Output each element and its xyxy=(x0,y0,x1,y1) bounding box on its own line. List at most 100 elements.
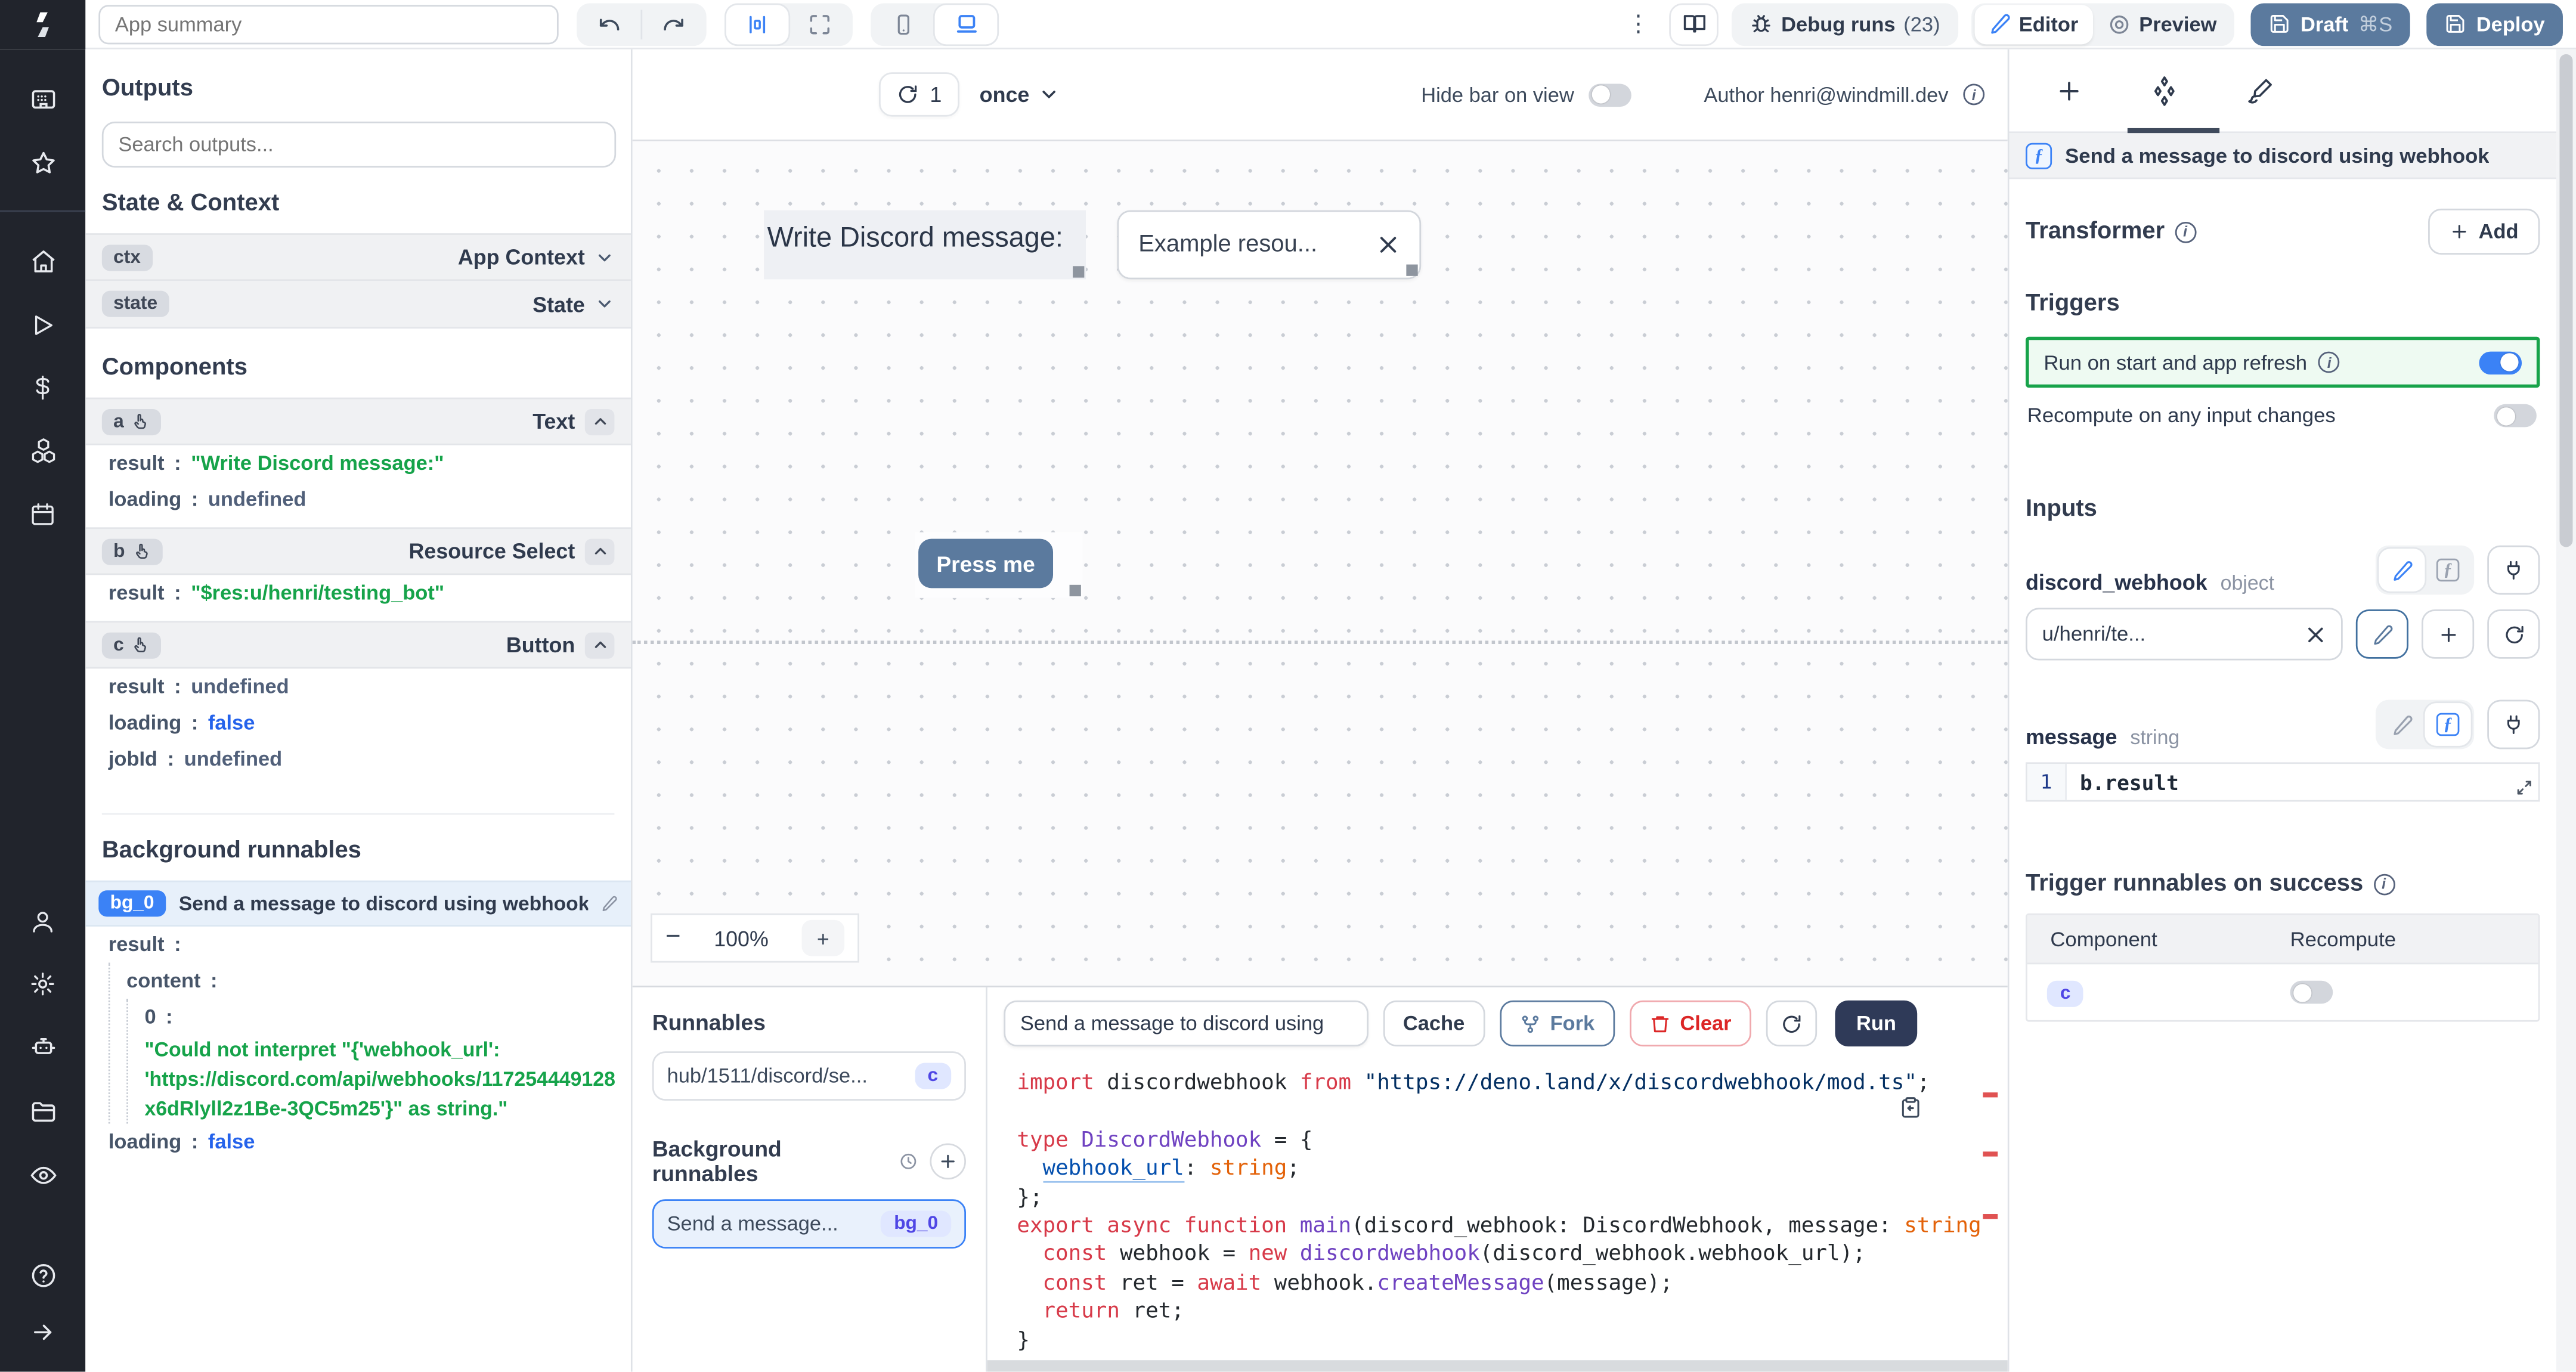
output-row[interactable]: jobId: undefined xyxy=(85,741,631,778)
draft-button[interactable]: Draft ⌘S xyxy=(2251,2,2411,45)
refresh-count-box[interactable]: 1 xyxy=(878,72,960,117)
edit-resource-button[interactable] xyxy=(2355,609,2408,659)
collapse-sidebar-button[interactable] xyxy=(30,1319,56,1345)
press-me-button[interactable]: Press me xyxy=(918,538,1054,589)
collapse-button[interactable] xyxy=(584,408,615,435)
windmill-logo[interactable] xyxy=(0,0,86,49)
component-c-row[interactable]: c Button xyxy=(85,621,631,669)
settings-nav-button[interactable] xyxy=(30,971,56,997)
resource-select[interactable]: u/henri/te... xyxy=(2026,608,2343,661)
app-canvas[interactable]: Write Discord message: Example resou... … xyxy=(632,141,2008,986)
recompute-toggle[interactable] xyxy=(2494,404,2537,428)
component-a-row[interactable]: a Text xyxy=(85,397,631,445)
fork-button[interactable]: Fork xyxy=(1499,1000,1615,1046)
app-summary-input[interactable] xyxy=(98,4,559,44)
resize-handle[interactable] xyxy=(1069,584,1081,597)
resize-handle[interactable] xyxy=(1073,266,1085,278)
align-center-button[interactable] xyxy=(726,4,789,44)
schedules-nav-button[interactable] xyxy=(30,501,56,527)
collapse-button[interactable] xyxy=(584,631,615,658)
clear-button[interactable]: Clear xyxy=(1629,1000,1751,1046)
resize-handle[interactable] xyxy=(1406,264,1418,276)
fullscreen-button[interactable] xyxy=(788,4,851,44)
folders-nav-button[interactable] xyxy=(29,1097,57,1125)
output-row[interactable]: content: xyxy=(126,962,631,999)
copy-clipboard-icon[interactable] xyxy=(1899,1096,1922,1119)
favorites-nav-button[interactable] xyxy=(29,150,57,178)
clear-x-icon[interactable] xyxy=(2305,624,2326,645)
output-row[interactable]: 0: xyxy=(144,999,631,1035)
ctx-row[interactable]: ctx App Context xyxy=(85,233,631,281)
component-badge[interactable]: c xyxy=(2046,980,2084,1007)
chevron-down-icon[interactable] xyxy=(595,294,614,314)
insert-component-tab-plus-icon[interactable] xyxy=(2055,76,2083,104)
info-icon[interactable]: i xyxy=(1963,83,1985,106)
help-button[interactable] xyxy=(29,1262,57,1290)
hide-bar-toggle[interactable] xyxy=(1589,83,1632,106)
expand-diagonal-icon[interactable] xyxy=(2515,779,2533,797)
output-row[interactable]: result: xyxy=(85,927,631,963)
reload-button[interactable] xyxy=(1766,1000,1817,1046)
more-menu-button[interactable]: ⋮ xyxy=(1620,10,1657,38)
text-component[interactable]: Write Discord message: xyxy=(764,210,1086,280)
component-b-row[interactable]: b Resource Select xyxy=(85,527,631,575)
add-bg-runnable-button[interactable] xyxy=(930,1143,966,1180)
run-button[interactable]: Run xyxy=(1835,1000,1918,1046)
search-outputs-input[interactable] xyxy=(101,121,617,168)
static-mode-button[interactable] xyxy=(2379,549,2425,591)
runs-nav-button[interactable] xyxy=(30,312,56,338)
recompute-row-toggle[interactable] xyxy=(2290,980,2333,1004)
bg-runnable-item[interactable]: Send a message... bg_0 xyxy=(652,1199,966,1249)
info-icon[interactable]: i xyxy=(2318,351,2340,373)
bg0-row[interactable]: bg_0 Send a message to discord using web… xyxy=(85,880,631,927)
script-name-input[interactable] xyxy=(1004,1000,1368,1046)
output-row[interactable]: loading: undefined xyxy=(85,481,631,518)
horizontal-scrollbar[interactable] xyxy=(987,1360,2008,1372)
users-nav-button[interactable] xyxy=(30,909,56,935)
chevron-down-icon[interactable] xyxy=(595,247,614,267)
info-icon[interactable]: i xyxy=(2174,221,2196,243)
docs-button[interactable] xyxy=(1669,2,1719,45)
eval-mode-button[interactable]: ƒ xyxy=(2425,703,2471,746)
zoom-out-button[interactable]: − xyxy=(665,923,681,953)
connect-plug-button[interactable] xyxy=(2487,545,2540,595)
eval-mode-button[interactable]: ƒ xyxy=(2425,549,2471,591)
output-row[interactable]: loading: false xyxy=(85,705,631,741)
info-icon[interactable]: i xyxy=(2373,873,2395,895)
undo-button[interactable] xyxy=(578,4,641,44)
debug-runs-button[interactable]: Debug runs (23) xyxy=(1735,4,1955,44)
tab-preview[interactable]: Preview xyxy=(2093,4,2231,44)
cache-button[interactable]: Cache xyxy=(1383,1000,1485,1046)
output-row[interactable]: result: "Write Discord message:" xyxy=(85,445,631,482)
message-expression-editor[interactable]: 1 b.result xyxy=(2026,762,2540,802)
output-row[interactable]: result: "$res:u/henri/testing_bot" xyxy=(85,575,631,611)
static-mode-button[interactable] xyxy=(2379,703,2425,746)
scrollbar-thumb[interactable] xyxy=(2559,54,2573,547)
pencil-icon[interactable] xyxy=(601,896,618,912)
apps-nav-button[interactable] xyxy=(29,85,57,113)
redo-button[interactable] xyxy=(642,4,705,44)
tab-editor[interactable]: Editor xyxy=(1974,4,2094,44)
resources-nav-button[interactable] xyxy=(29,437,57,465)
resource-select-component[interactable]: Example resou... xyxy=(1117,210,1422,280)
add-transformer-button[interactable]: Add xyxy=(2428,208,2540,255)
zoom-in-button[interactable]: + xyxy=(801,919,845,956)
state-row[interactable]: state State xyxy=(85,281,631,329)
audit-nav-button[interactable] xyxy=(29,1162,57,1190)
refresh-resources-button[interactable] xyxy=(2487,609,2540,659)
hub-runnable-item[interactable]: hub/1511/discord/se... c xyxy=(652,1051,966,1101)
connect-plug-button[interactable] xyxy=(2487,699,2540,750)
workers-nav-button[interactable] xyxy=(29,1033,57,1061)
home-nav-button[interactable] xyxy=(29,248,57,276)
desktop-view-button[interactable] xyxy=(934,4,998,44)
output-row[interactable]: result: undefined xyxy=(85,668,631,705)
style-tab-brush-icon[interactable] xyxy=(2246,76,2274,104)
output-row[interactable]: loading: false xyxy=(85,1123,631,1160)
create-resource-button[interactable] xyxy=(2422,609,2475,659)
deploy-button[interactable]: Deploy xyxy=(2427,2,2563,45)
run-on-start-toggle[interactable] xyxy=(2479,351,2522,374)
settings-tab-diamonds-icon[interactable] xyxy=(2149,75,2180,106)
run-mode-dropdown[interactable]: once xyxy=(980,82,1059,107)
mobile-view-button[interactable] xyxy=(872,4,935,44)
clear-x-icon[interactable] xyxy=(1377,233,1400,256)
